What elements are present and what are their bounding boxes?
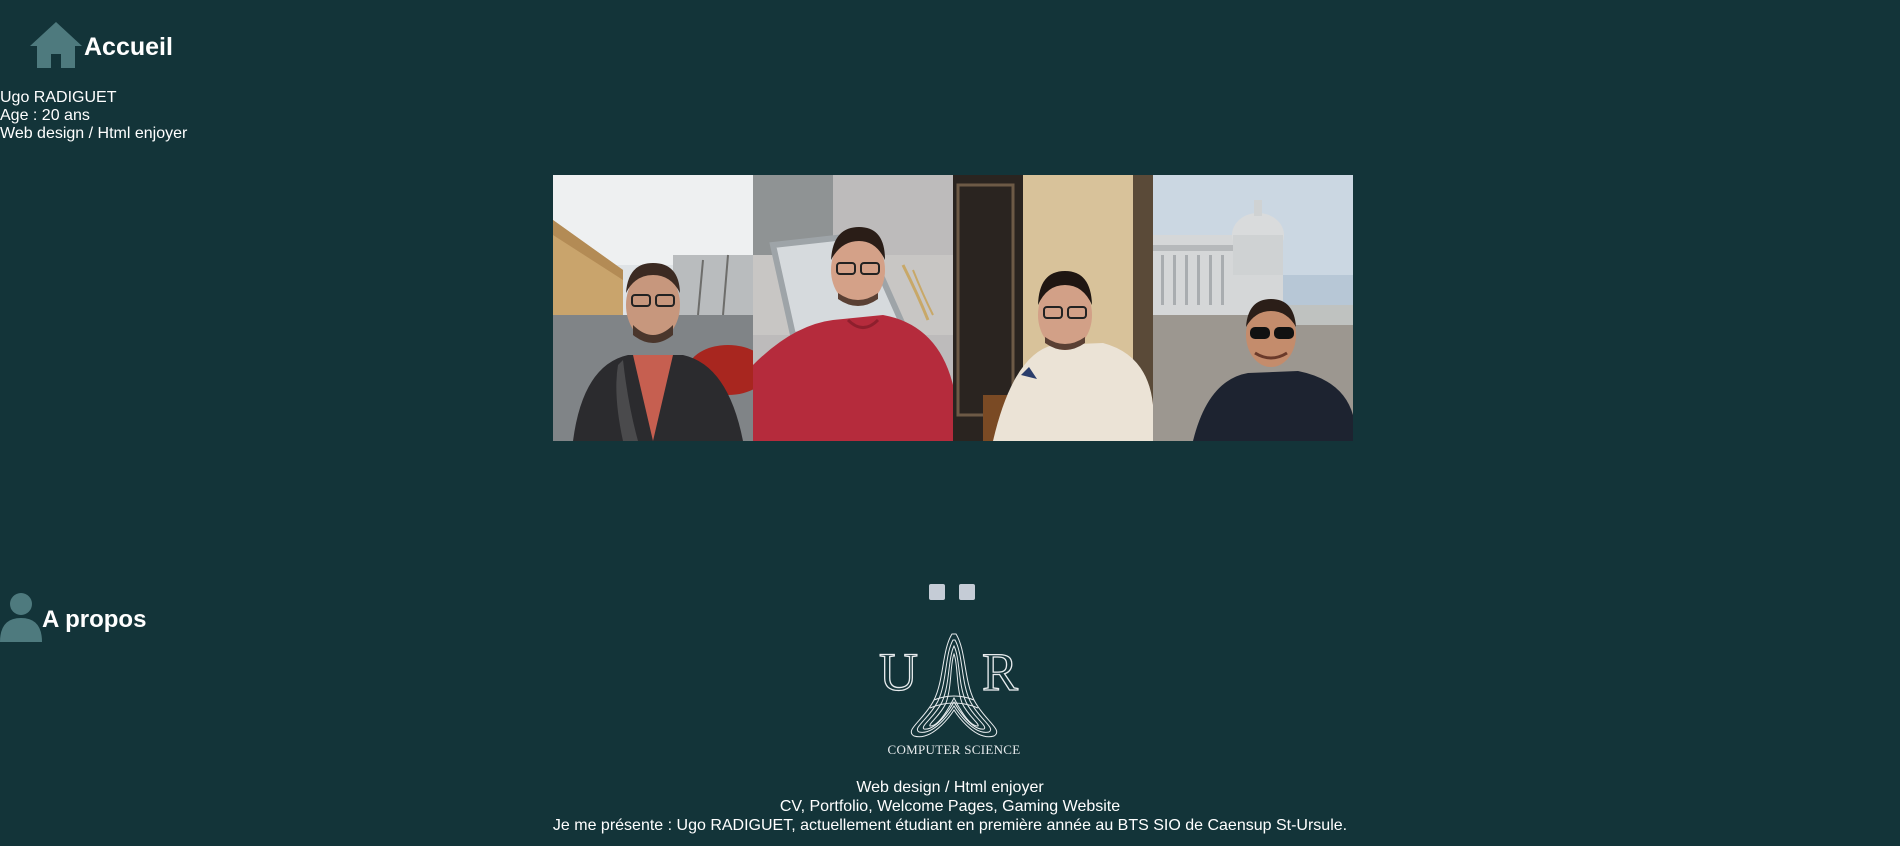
profile-age: Age : 20 ans (0, 107, 90, 124)
header: Accueil (28, 20, 173, 70)
gallery-photo-4 (1153, 175, 1353, 441)
about-title[interactable]: A propos (42, 606, 146, 634)
home-icon[interactable] (28, 20, 84, 70)
photo-gallery (553, 175, 1353, 441)
logo-letter-left: U (879, 642, 918, 702)
carousel-dot-2[interactable] (959, 584, 975, 600)
about-section-header: A propos (0, 592, 146, 647)
profile-tagline: Web design / Html enjoyer (0, 125, 188, 142)
user-icon[interactable] (0, 592, 42, 647)
about-line-1: Web design / Html enjoyer (856, 779, 1044, 796)
about-description: Web design / Html enjoyer CV, Portfolio,… (0, 778, 1900, 835)
gallery-photo-1 (553, 175, 753, 441)
about-line-2: CV, Portfolio, Welcome Pages, Gaming Web… (779, 798, 1121, 815)
gallery-photo-2 (753, 175, 953, 441)
page-title[interactable]: Accueil (84, 33, 173, 62)
logo-letter-right: R (982, 642, 1018, 702)
carousel-dot-1[interactable] (929, 584, 945, 600)
gallery-photo-3 (953, 175, 1153, 441)
logo-caption: COMPUTER SCIENCE (887, 742, 1021, 757)
brand-logo: U R COMPUTER SCIENCE (874, 630, 1034, 760)
profile-name: Ugo RADIGUET (0, 89, 117, 106)
profile-info: Ugo RADIGUET Age : 20 ans Web design / H… (0, 89, 187, 143)
carousel-dots (929, 584, 975, 600)
about-line-3: Je me présente : Ugo RADIGUET, actuellem… (552, 817, 1348, 834)
